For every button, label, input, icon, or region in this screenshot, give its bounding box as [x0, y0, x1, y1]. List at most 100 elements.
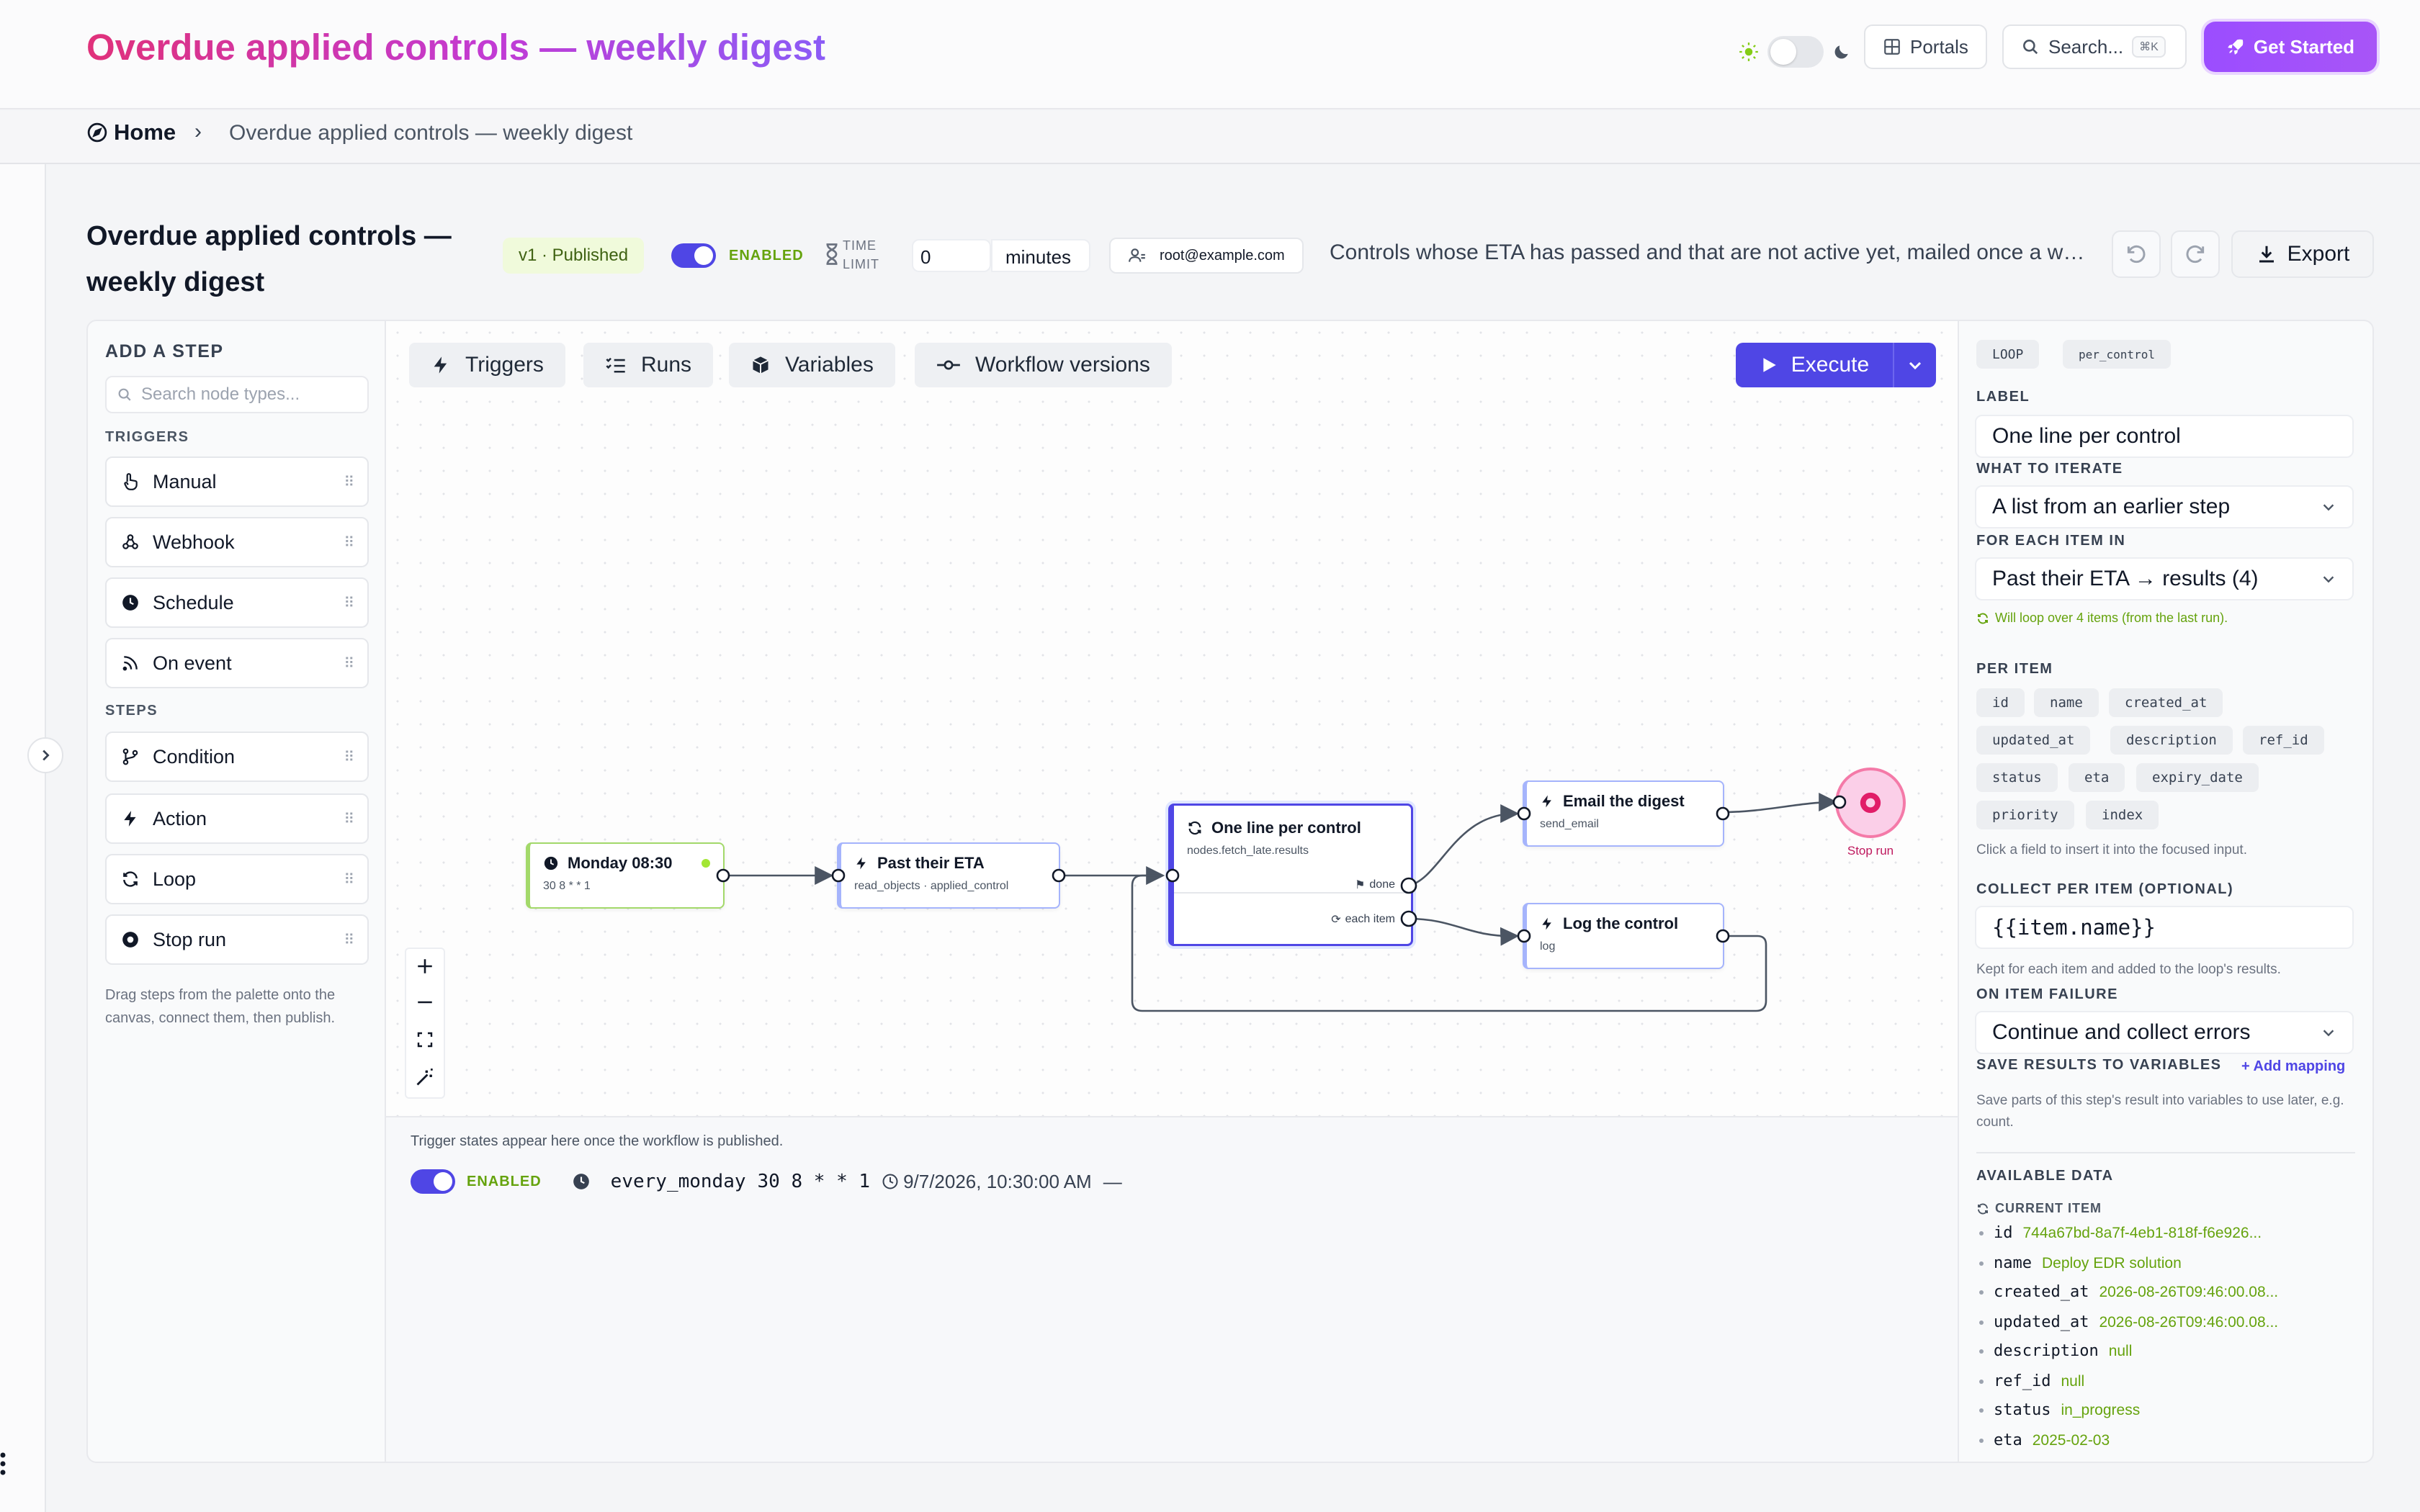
chevron-down-icon: [2321, 571, 2336, 587]
fit-view-button[interactable]: [405, 1022, 445, 1057]
data-value: null: [2108, 1342, 2133, 1359]
port-log-in[interactable]: [1517, 929, 1531, 943]
data-key: updated_at: [1994, 1313, 2089, 1331]
chevron-down-icon: [2321, 499, 2336, 515]
plus-icon: [416, 957, 434, 976]
field-chip[interactable]: id: [1976, 688, 2025, 717]
data-row[interactable]: updated_at 2026-08-26T09:46:00.08...: [1979, 1313, 2278, 1331]
minus-icon: [416, 993, 434, 1012]
iterate-select-value: A list from an earlier step: [1992, 495, 2231, 518]
fullscreen-icon: [416, 1031, 434, 1048]
field-chip[interactable]: created_at: [2109, 688, 2223, 717]
clock-outline-icon: [882, 1173, 899, 1190]
failure-select[interactable]: Continue and collect errors: [1975, 1011, 2354, 1054]
add-mapping-button[interactable]: + Add mapping: [2241, 1058, 2345, 1075]
chevron-down-icon: [2321, 1025, 2336, 1040]
bullet: [1979, 1320, 1984, 1325]
field-chip[interactable]: updated_at: [1976, 726, 2091, 755]
save-heading: SAVE RESULTS TO VARIABLES: [1976, 1057, 2222, 1073]
port-fetch-in[interactable]: [831, 868, 846, 883]
data-value: null: [2061, 1372, 2085, 1390]
field-chip[interactable]: description: [2110, 726, 2233, 755]
port-loop-each[interactable]: [1400, 910, 1417, 927]
field-chip[interactable]: status: [1976, 763, 2058, 792]
port-stop-in[interactable]: [1832, 795, 1847, 809]
trigger-next-run: 9/7/2026, 10:30:00 AM: [882, 1171, 1092, 1193]
data-value: 744a67bd-8a7f-4eb1-818f-f6e926...: [2022, 1224, 2262, 1241]
data-key: eta: [1994, 1431, 2022, 1449]
divider: [1976, 1152, 2355, 1153]
trigger-enabled-toggle[interactable]: [411, 1169, 455, 1194]
available-data-heading: AVAILABLE DATA: [1976, 1168, 2114, 1184]
port-trigger-out[interactable]: [716, 868, 730, 883]
foreach-select-value: Past their ETA → results (4): [1992, 567, 2259, 590]
next-run-time: 9/7/2026, 10:30:00 AM: [903, 1170, 1092, 1192]
bullet: [1979, 1230, 1984, 1236]
data-row[interactable]: status in_progress: [1979, 1401, 2140, 1419]
port-loop-done[interactable]: [1400, 877, 1417, 894]
refresh-icon: [1976, 1202, 1989, 1215]
fields-note: Click a field to insert it into the focu…: [1976, 842, 2247, 858]
collect-input[interactable]: {{item.name}}: [1975, 906, 2354, 949]
field-chip[interactable]: eta: [2069, 763, 2125, 792]
auto-layout-button[interactable]: [405, 1060, 445, 1094]
foreach-select[interactable]: Past their ETA → results (4): [1975, 557, 2354, 600]
trigger-name: every_monday: [610, 1171, 746, 1192]
foreach-heading: FOR EACH ITEM IN: [1976, 533, 2126, 549]
magic-wand-icon: [415, 1067, 435, 1087]
data-key: ref_id: [1994, 1372, 2051, 1390]
node-id-tag[interactable]: per_control: [2063, 340, 2171, 369]
trigger-states-note: Trigger states appear here once the work…: [411, 1133, 784, 1149]
data-row[interactable]: id 744a67bd-8a7f-4eb1-818f-f6e926...: [1979, 1224, 2262, 1242]
port-email-out[interactable]: [1716, 806, 1730, 821]
bullet: [1979, 1438, 1984, 1443]
data-row[interactable]: description null: [1979, 1342, 2132, 1360]
collect-note: Kept for each item and added to the loop…: [1976, 962, 2281, 977]
data-key: description: [1994, 1342, 2099, 1360]
clock-icon: [572, 1172, 591, 1191]
current-item-heading-text: CURRENT ITEM: [1995, 1201, 2102, 1215]
loop-count-note: Will loop over 4 items (from the last ru…: [1976, 611, 2228, 626]
zoom-in-button[interactable]: [405, 949, 445, 984]
data-key: name: [1994, 1254, 2032, 1272]
field-chip[interactable]: ref_id: [2243, 726, 2324, 755]
label-input-value: One line per control: [1992, 424, 2181, 448]
trigger-row: ENABLED every_monday 30 8 * * 1 9/7/2026…: [411, 1169, 1122, 1194]
data-key: id: [1994, 1224, 2013, 1242]
port-email-in[interactable]: [1517, 806, 1531, 821]
field-chip[interactable]: name: [2034, 688, 2099, 717]
collect-heading: COLLECT PER ITEM (OPTIONAL): [1976, 881, 2234, 897]
port-loop-in[interactable]: [1165, 868, 1180, 883]
bullet: [1979, 1379, 1984, 1384]
label-input[interactable]: One line per control: [1975, 415, 2354, 458]
per-item-heading: PER ITEM: [1976, 661, 2053, 677]
data-row[interactable]: name Deploy EDR solution: [1979, 1254, 2182, 1272]
zoom-out-button[interactable]: [405, 985, 445, 1020]
field-chip[interactable]: index: [2086, 801, 2159, 829]
data-row[interactable]: eta 2025-02-03: [1979, 1431, 2110, 1449]
data-key: created_at: [1994, 1283, 2089, 1301]
collect-input-value: {{item.name}}: [1992, 915, 2156, 940]
data-value: 2026-08-26T09:46:00.08...: [2099, 1313, 2279, 1331]
field-chip[interactable]: priority: [1976, 801, 2074, 829]
data-value: 2025-02-03: [2032, 1431, 2110, 1449]
loop-note-text: Will loop over 4 items (from the last ru…: [1995, 611, 2228, 625]
bullet: [1979, 1261, 1984, 1266]
failure-select-value: Continue and collect errors: [1992, 1020, 2251, 1044]
data-value: 2026-08-26T09:46:00.08...: [2099, 1283, 2279, 1300]
current-item-heading: CURRENT ITEM: [1976, 1201, 2102, 1216]
data-row[interactable]: ref_id null: [1979, 1372, 2084, 1390]
field-chip[interactable]: expiry_date: [2136, 763, 2259, 792]
data-row[interactable]: created_at 2026-08-26T09:46:00.08...: [1979, 1283, 2278, 1301]
port-fetch-out[interactable]: [1052, 868, 1066, 883]
node-type-tag: LOOP: [1976, 340, 2040, 369]
iterate-select[interactable]: A list from an earlier step: [1975, 485, 2354, 528]
port-log-out[interactable]: [1716, 929, 1730, 943]
data-key: status: [1994, 1401, 2051, 1419]
save-note: Save parts of this step's result into va…: [1976, 1093, 2344, 1130]
trigger-last-run: —: [1103, 1170, 1122, 1192]
data-value: in_progress: [2061, 1401, 2141, 1418]
bullet: [1979, 1349, 1984, 1354]
refresh-icon: [1976, 612, 1989, 625]
trigger-enabled-label: ENABLED: [467, 1173, 542, 1189]
